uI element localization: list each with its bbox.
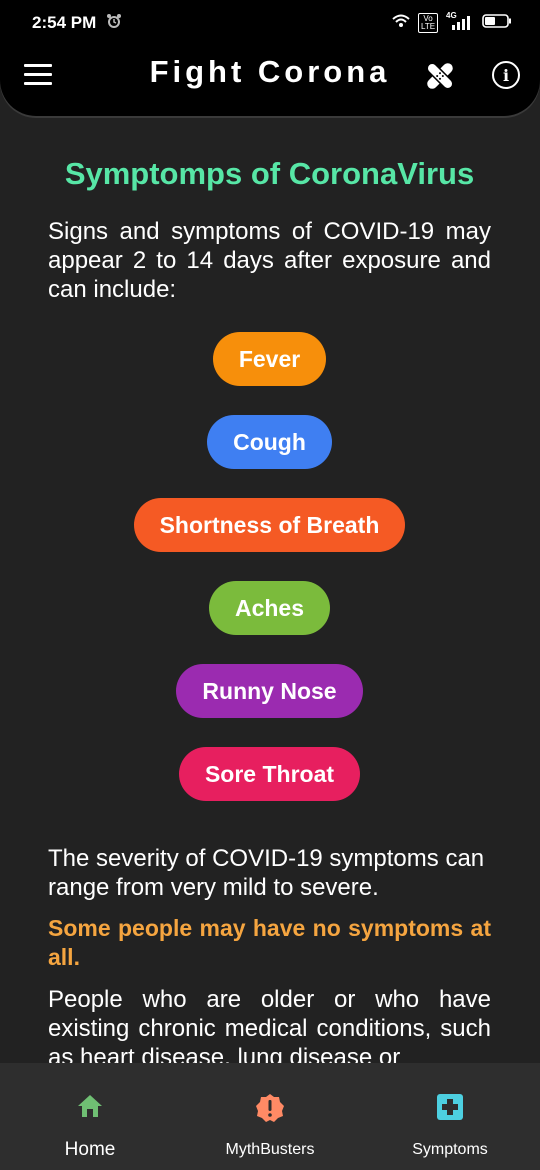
no-symptoms-highlight: Some people may have no symptoms at all.: [48, 915, 491, 970]
symptom-chip-cough: Cough: [207, 415, 332, 469]
app-title: Fight Corona: [149, 54, 391, 89]
nav-home[interactable]: Home: [0, 1063, 180, 1170]
symptom-chip-sore-throat: Sore Throat: [178, 747, 361, 801]
bottom-navigation: Home MythBusters Symptoms: [0, 1063, 540, 1170]
home-icon: [76, 1093, 104, 1124]
nav-symptoms[interactable]: Symptoms: [360, 1063, 540, 1170]
symptom-chip-aches: Aches: [208, 581, 331, 635]
nav-symptoms-label: Symptoms: [412, 1141, 488, 1158]
volte-badge: Vo LTE: [418, 13, 438, 33]
symptom-chip-runny-nose: Runny Nose: [176, 664, 363, 718]
signal-icon: 4G: [446, 11, 474, 31]
intro-text: Signs and symptoms of COVID-19 may appea…: [48, 218, 491, 303]
battery-icon: [482, 13, 512, 33]
symptom-list: Fever Cough Shortness of Breath Aches Ru…: [48, 332, 491, 830]
badge-alert-icon: [255, 1093, 285, 1128]
status-bar: 2:54 PM Vo LTE 4G: [0, 0, 540, 44]
nav-home-label: Home: [64, 1139, 116, 1160]
app-header: 2:54 PM Vo LTE 4G Fight Corona i: [0, 0, 540, 116]
severity-text: The severity of COVID-19 symptoms can ra…: [48, 845, 485, 901]
risk-text: People who are older or who have existin…: [48, 986, 491, 1071]
wifi-icon: [392, 14, 410, 33]
symptom-chip-shortness-of-breath: Shortness of Breath: [133, 498, 406, 552]
page-title: Symptomps of CoronaVirus: [64, 156, 475, 191]
bandage-icon[interactable]: [423, 59, 457, 98]
nav-mythbusters[interactable]: MythBusters: [180, 1063, 360, 1170]
symptom-chip-fever: Fever: [212, 332, 327, 386]
info-icon[interactable]: i: [492, 61, 520, 89]
alarm-icon: [106, 13, 122, 34]
medical-cross-icon: [436, 1093, 464, 1126]
symptoms-content: Symptomps of CoronaVirus Signs and sympt…: [48, 156, 491, 1072]
status-icons: Vo LTE 4G: [392, 11, 512, 33]
nav-mythbusters-label: MythBusters: [225, 1141, 315, 1158]
status-time: 2:54 PM: [32, 13, 97, 32]
